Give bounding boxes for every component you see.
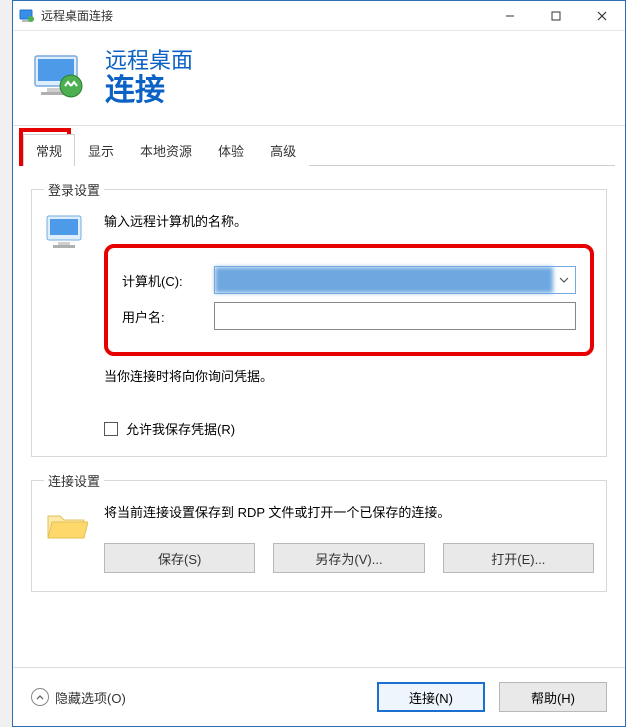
close-button[interactable] (579, 1, 625, 31)
computer-label: 计算机(C): (122, 271, 214, 290)
header: 远程桌面 连接 (13, 31, 625, 126)
hide-options-toggle[interactable]: 隐藏选项(O) (31, 688, 126, 707)
rdc-window: 远程桌面连接 远程桌面 连接 常规 显示 本地资源 (12, 0, 626, 727)
minimize-button[interactable] (487, 1, 533, 31)
username-field: 用户名: (122, 302, 576, 330)
tab-local-resources[interactable]: 本地资源 (127, 134, 205, 166)
hide-options-label: 隐藏选项(O) (55, 688, 126, 707)
tab-advanced[interactable]: 高级 (257, 134, 309, 166)
titlebar: 远程桌面连接 (13, 1, 625, 31)
computer-value (215, 267, 553, 293)
monitor-icon (44, 213, 88, 253)
open-button[interactable]: 打开(E)... (443, 543, 594, 573)
maximize-button[interactable] (533, 1, 579, 31)
connection-buttons: 保存(S) 另存为(V)... 打开(E)... (104, 543, 594, 573)
header-line2: 连接 (105, 74, 193, 107)
connection-settings-group: 连接设置 将当前连接设置保存到 RDP 文件或打开一个已保存的连接。 保存(S)… (31, 471, 607, 592)
header-text: 远程桌面 连接 (105, 49, 193, 106)
tabs: 常规 显示 本地资源 体验 高级 (23, 134, 615, 166)
help-button[interactable]: 帮助(H) (499, 682, 607, 712)
app-icon (19, 8, 35, 24)
computer-combobox[interactable] (214, 266, 576, 294)
folder-icon (44, 506, 88, 546)
header-line1: 远程桌面 (105, 49, 193, 73)
login-settings-group: 登录设置 输入远程计算机的名称。 计算机(C): (31, 180, 607, 457)
save-button[interactable]: 保存(S) (104, 543, 255, 573)
chevron-up-icon (31, 688, 49, 706)
username-input[interactable] (214, 302, 576, 330)
tab-experience[interactable]: 体验 (205, 134, 257, 166)
connection-text: 将当前连接设置保存到 RDP 文件或打开一个已保存的连接。 (104, 502, 594, 521)
tab-content: 登录设置 输入远程计算机的名称。 计算机(C): (13, 166, 625, 667)
tabs-container: 常规 显示 本地资源 体验 高级 (13, 126, 625, 166)
save-credentials-checkbox[interactable]: 允许我保存凭据(R) (104, 419, 594, 438)
save-credentials-label: 允许我保存凭据(R) (126, 419, 235, 438)
login-settings-legend: 登录设置 (44, 180, 104, 199)
tab-general[interactable]: 常规 (23, 134, 75, 166)
save-as-button[interactable]: 另存为(V)... (273, 543, 424, 573)
login-hint: 当你连接时将向你询问凭据。 (104, 366, 594, 385)
computer-field: 计算机(C): (122, 266, 576, 294)
connection-settings-legend: 连接设置 (44, 471, 104, 490)
chevron-down-icon[interactable] (553, 277, 575, 283)
annotation-highlight-fields: 计算机(C): 用户名: (104, 244, 594, 356)
footer: 隐藏选项(O) 连接(N) 帮助(H) (13, 667, 625, 726)
window-title: 远程桌面连接 (41, 7, 487, 24)
checkbox-icon (104, 422, 118, 436)
tab-display[interactable]: 显示 (75, 134, 127, 166)
rdp-monitor-icon (31, 50, 87, 106)
login-intro: 输入远程计算机的名称。 (104, 211, 594, 230)
connect-button[interactable]: 连接(N) (377, 682, 485, 712)
username-label: 用户名: (122, 307, 214, 326)
